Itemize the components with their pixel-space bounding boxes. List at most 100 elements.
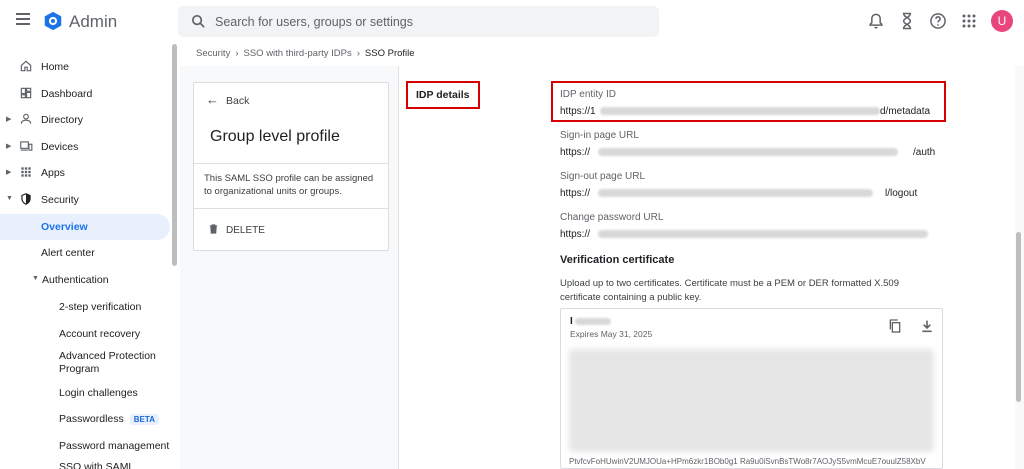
caret-right-icon[interactable]: ▶ [6,115,11,123]
change-password-url-field: Change password URL https:// [560,212,940,240]
search-bar[interactable] [178,6,659,37]
field-label: Change password URL [560,212,664,223]
sidebar-item-label: Overview [41,221,88,233]
sidebar-item-devices[interactable]: ▶ Devices [0,134,170,160]
sidebar-item-label: Login challenges [59,387,138,399]
certificate-name: I [570,316,611,327]
sidebar-item-2-step-verification[interactable]: 2-step verification [0,294,170,320]
devices-icon [20,141,33,151]
certificate-title: Verification certificate [560,254,675,266]
sidebar-item-label: SSO with SAML [59,461,135,469]
back-button[interactable]: ← Back [206,92,249,107]
beta-badge: BETA [129,414,159,425]
breadcrumb-separator: › [356,48,360,59]
sidebar-item-label: Authentication [42,274,109,286]
back-arrow-icon: ← [206,92,219,107]
sidebar-item-home[interactable]: Home [0,54,170,80]
sidebar-item-label: Passwordless [59,413,124,425]
trash-icon [209,224,218,234]
breadcrumb-separator: › [235,48,239,59]
download-icon[interactable] [919,318,935,334]
avatar[interactable]: U [991,10,1013,32]
idp-entity-id-field: IDP entity ID https://1 d/metadata [560,89,940,117]
notifications-bell-icon[interactable] [866,11,886,31]
sidebar-item-overview[interactable]: Overview [0,214,170,240]
sidebar-item-label: Devices [41,141,79,153]
sidebar-item-login-challenges[interactable]: Login challenges [0,380,170,406]
sidebar-item-label: Password management [59,440,170,452]
certificate-card: I Expires May 31, 2025 PtvfcvFoHUwinV2UM… [560,308,943,469]
sidebar-item-security[interactable]: ▼ Security [0,187,170,213]
sidebar-item-dashboard[interactable]: Dashboard [0,81,170,107]
sidebar-item-advanced-protection[interactable]: Advanced Protection Program [0,346,170,376]
certificate-text-line: PtvfcvFoHUwinV2UMJOUa+HPm6zkr1BOb0g1 Ra9… [569,457,926,466]
sign-out-url-field: Sign-out page URL https:// l/logout [560,171,940,199]
certificate-expiry: Expires May 31, 2025 [570,329,653,339]
person-icon [20,113,32,124]
divider [194,208,388,209]
profile-description: This SAML SSO profile can be assigned to… [204,173,374,197]
caret-down-icon[interactable]: ▼ [32,275,39,282]
admin-logo-icon[interactable] [42,10,64,32]
breadcrumb-sso-third-party[interactable]: SSO with third-party IDPs [244,48,352,59]
sidebar-item-label: Apps [41,167,65,179]
value-start: https:// [560,188,591,199]
caret-down-icon[interactable]: ▼ [6,195,13,202]
breadcrumb: Security › SSO with third-party IDPs › SSO P… [196,48,415,59]
sidebar-item-apps[interactable]: ▶ Apps [0,160,170,186]
field-label: Sign-out page URL [560,171,646,182]
sidebar-item-account-recovery[interactable]: Account recovery [0,321,170,347]
field-value[interactable]: https:// l/logout [560,188,940,199]
sidebar-item-label: Security [41,194,79,206]
field-value[interactable]: https:// /auth [560,147,940,158]
app-title: Admin [69,12,118,31]
back-label: Back [226,95,250,107]
profile-card: ← Back Group level profile This SAML SSO … [193,82,389,251]
certificate-description: Upload up to two certificates. Certifica… [560,278,899,303]
value-start: https://1 [560,106,596,117]
profile-title: Group level profile [210,128,340,145]
sidebar-item-label: 2-step verification [59,301,142,313]
sidebar-item-sso-with-saml[interactable]: SSO with SAML [0,457,170,469]
sidebar-item-label: Home [41,61,70,73]
delete-label: DELETE [226,225,265,236]
sidebar-item-label: Account recovery [59,328,141,340]
value-start: https:// [560,147,591,158]
value-end: d/metadata [880,106,931,117]
sidebar-item-passwordless[interactable]: Passwordless BETA [0,406,170,432]
breadcrumb-security[interactable]: Security [196,48,230,59]
breadcrumb-current: SSO Profile [364,48,415,59]
sign-in-url-field: Sign-in page URL https:// /auth [560,130,940,158]
menu-icon[interactable] [16,13,30,25]
sidebar-item-alert-center[interactable]: Alert center [0,240,170,266]
redacted-text [598,148,899,157]
field-value[interactable]: https:// [560,229,940,240]
delete-button[interactable]: DELETE [208,223,265,236]
sidebar-item-password-management[interactable]: Password management [0,433,170,459]
redacted-text [599,107,880,116]
sidebar-item-label: Directory [41,114,84,126]
redacted-text [598,189,874,198]
caret-right-icon[interactable]: ▶ [6,168,11,176]
redacted-text [598,230,929,239]
sidebar-item-directory[interactable]: ▶ Directory [0,107,170,133]
idp-details-label: IDP details [406,81,480,109]
help-icon[interactable] [928,11,948,31]
copy-icon[interactable] [887,318,903,334]
sidebar: Home Dashboard ▶ Directory ▶ Devices ▶ A… [0,44,177,469]
apps-launcher-icon[interactable] [959,11,979,31]
sidebar-scrollbar[interactable] [172,44,177,266]
apps-grid-icon [21,167,31,177]
field-label: IDP entity ID [560,89,616,100]
main-scrollbar[interactable] [1016,232,1021,402]
sidebar-item-passwordless-row: Passwordless BETA [59,413,159,425]
field-value[interactable]: https://1 d/metadata [560,106,940,117]
caret-right-icon[interactable]: ▶ [6,142,11,150]
shield-icon [21,193,31,205]
sidebar-item-authentication[interactable]: ▼ Authentication [0,267,170,293]
certificate-name-text: I [570,316,573,327]
sidebar-item-label: Advanced Protection Program [59,350,156,375]
hourglass-icon[interactable] [897,11,917,31]
search-input[interactable] [215,6,645,37]
value-end: /auth [913,147,936,158]
